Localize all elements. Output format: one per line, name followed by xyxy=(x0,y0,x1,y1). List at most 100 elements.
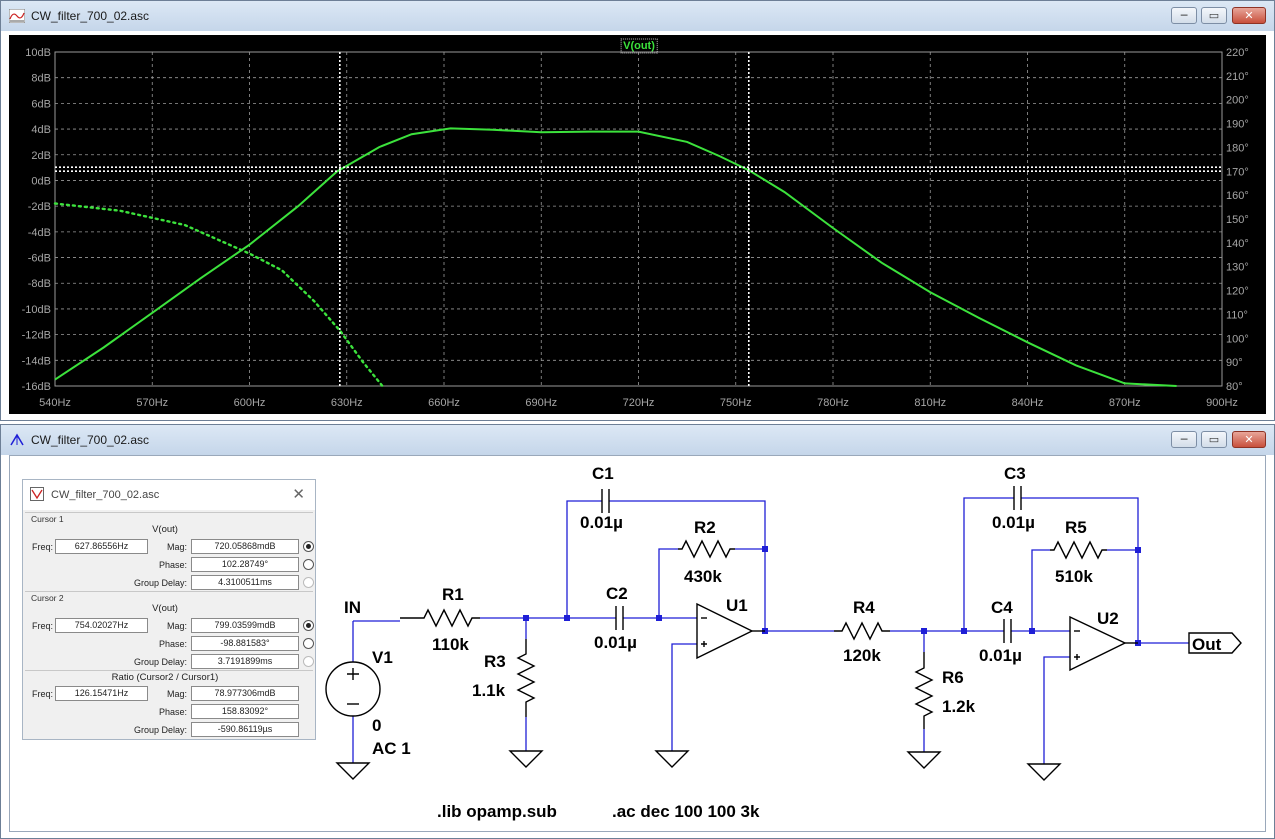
label-r5[interactable]: R5 xyxy=(1065,518,1087,537)
waveform-plot[interactable]: 540Hz 570Hz 600Hz 630Hz 660Hz 690Hz 720Hz 750Hz… xyxy=(9,35,1266,414)
ratio-mag-field[interactable]: 78.977306mdB xyxy=(191,686,299,701)
y-left-tick-label: 10dB xyxy=(25,47,51,59)
ground-symbol xyxy=(906,751,942,769)
cursor1-freq-label: Freq: xyxy=(31,542,53,552)
cursor2-gd-radio[interactable] xyxy=(303,656,314,667)
cursor1-mag-radio[interactable] xyxy=(303,541,314,552)
value-r2[interactable]: 430k xyxy=(684,567,722,586)
value-r3[interactable]: 1.1k xyxy=(472,681,506,700)
wire[interactable] xyxy=(658,548,678,618)
resistor-r1[interactable] xyxy=(400,608,480,628)
capacitor-c4[interactable] xyxy=(1003,619,1012,643)
minimize-button[interactable]: ─ xyxy=(1171,431,1197,448)
value-c4[interactable]: 0.01µ xyxy=(979,646,1022,665)
cursor2-mag-radio[interactable] xyxy=(303,620,314,631)
ratio-mag-label: Mag: xyxy=(166,689,187,699)
capacitor-c2[interactable] xyxy=(615,606,624,630)
label-r2[interactable]: R2 xyxy=(694,518,716,537)
value-r1[interactable]: 110k xyxy=(432,635,469,654)
wire-node[interactable] xyxy=(1135,547,1141,553)
label-c1[interactable]: C1 xyxy=(592,464,614,483)
wire-node[interactable] xyxy=(762,546,768,552)
minimize-button[interactable]: ─ xyxy=(1171,7,1197,24)
schematic-titlebar[interactable]: CW_filter_700_02.asc ─ ▭ ✕ xyxy=(1,425,1274,455)
cursor1-mag-field[interactable]: 720.05868mdB xyxy=(191,539,299,554)
wire-node[interactable] xyxy=(523,615,529,621)
cursor1-phase-field[interactable]: 102.28749° xyxy=(191,557,299,572)
cursor2-phase-field[interactable]: -98.881583° xyxy=(191,636,299,651)
resistor-r3[interactable] xyxy=(516,639,536,717)
cursor1-mag-label: Mag: xyxy=(166,542,187,552)
wire[interactable] xyxy=(1043,656,1070,764)
cursor1-gd-field[interactable]: 4.3100511ms xyxy=(191,575,299,590)
schematic-canvas[interactable]: IN R1 110k R3 1.1k C1 0.01µ R2 430k C2 0… xyxy=(9,455,1266,832)
label-r1[interactable]: R1 xyxy=(442,585,464,604)
label-c4[interactable]: C4 xyxy=(991,598,1013,617)
resistor-r5[interactable] xyxy=(1050,540,1107,560)
trace-vout-phase[interactable] xyxy=(53,202,384,388)
cursor2-mag-field[interactable]: 799.03599mdB xyxy=(191,618,299,633)
close-button[interactable]: ✕ xyxy=(1232,7,1266,24)
wire[interactable] xyxy=(735,548,766,631)
label-r3[interactable]: R3 xyxy=(484,652,506,671)
value-v1-ac[interactable]: AC 1 xyxy=(372,739,411,758)
cursor2-freq-field[interactable]: 754.02027Hz xyxy=(55,618,148,633)
cursor1-freq-field[interactable]: 627.86556Hz xyxy=(55,539,148,554)
label-v1[interactable]: V1 xyxy=(372,648,393,667)
spice-directive-ac[interactable]: .ac dec 100 100 3k xyxy=(612,802,760,821)
label-u1[interactable]: U1 xyxy=(726,596,748,615)
label-c2[interactable]: C2 xyxy=(606,584,628,603)
close-icon[interactable]: ✕ xyxy=(292,485,305,503)
resistor-r6[interactable] xyxy=(914,652,934,729)
value-r6[interactable]: 1.2k xyxy=(942,697,976,716)
cursor2-gd-field[interactable]: 3.7191899ms xyxy=(191,654,299,669)
spice-directive-lib[interactable]: .lib opamp.sub xyxy=(437,802,557,821)
maximize-button[interactable]: ▭ xyxy=(1201,431,1227,448)
capacitor-c1[interactable] xyxy=(601,489,610,513)
close-button[interactable]: ✕ xyxy=(1232,431,1266,448)
trace-label-vout[interactable]: V(out) xyxy=(623,40,655,52)
ratio-freq-field[interactable]: 126.15471Hz xyxy=(55,686,148,701)
cursor2-freq-label: Freq: xyxy=(31,621,53,631)
value-c2[interactable]: 0.01µ xyxy=(594,633,637,652)
wire-node[interactable] xyxy=(961,628,967,634)
cursor1-phase-radio[interactable] xyxy=(303,559,314,570)
wire-node[interactable] xyxy=(1029,628,1035,634)
waveform-plot-pane[interactable]: 540Hz 570Hz 600Hz 630Hz 660Hz 690Hz 720Hz 750Hz… xyxy=(9,35,1266,414)
resistor-r2[interactable] xyxy=(678,539,735,559)
label-r6[interactable]: R6 xyxy=(942,668,964,687)
wire-node[interactable] xyxy=(564,615,570,621)
wire-node[interactable] xyxy=(656,615,662,621)
voltage-source-v1[interactable] xyxy=(325,661,381,717)
x-tick-label: 750Hz xyxy=(720,397,752,409)
cursor1-gd-radio[interactable] xyxy=(303,577,314,588)
wire[interactable] xyxy=(671,643,697,751)
value-c3[interactable]: 0.01µ xyxy=(992,513,1035,532)
wire[interactable] xyxy=(1031,549,1050,631)
x-tick-label: 540Hz xyxy=(39,397,71,409)
label-u2[interactable]: U2 xyxy=(1097,609,1119,628)
value-c1[interactable]: 0.01µ xyxy=(580,513,623,532)
label-r4[interactable]: R4 xyxy=(853,598,875,617)
ratio-gd-field[interactable]: -590.86119µs xyxy=(191,722,299,737)
schematic-window: CW_filter_700_02.asc ─ ▭ ✕ IN R1 110k R3… xyxy=(0,424,1275,839)
cursor2-phase-radio[interactable] xyxy=(303,638,314,649)
value-r4[interactable]: 120k xyxy=(843,646,881,665)
label-c3[interactable]: C3 xyxy=(1004,464,1026,483)
net-label-in[interactable]: IN xyxy=(344,598,361,617)
cursor2-group-label: Cursor 2 xyxy=(31,593,64,603)
capacitor-c3[interactable] xyxy=(1013,486,1022,510)
maximize-button[interactable]: ▭ xyxy=(1201,7,1227,24)
ratio-phase-field[interactable]: 158.83092° xyxy=(191,704,299,719)
value-r5[interactable]: 510k xyxy=(1055,567,1093,586)
ground-symbol xyxy=(508,750,544,768)
value-v1-dc[interactable]: 0 xyxy=(372,716,381,735)
resistor-r4[interactable] xyxy=(834,621,890,641)
cursor-window-titlebar[interactable]: CW_filter_700_02.asc ✕ xyxy=(23,480,315,510)
wire[interactable] xyxy=(1107,549,1139,643)
waveform-titlebar[interactable]: CW_filter_700_02.asc ─ ▭ ✕ xyxy=(1,1,1274,31)
ground-symbol xyxy=(1026,763,1062,781)
wire-node[interactable] xyxy=(921,628,927,634)
cursor-readout-window[interactable]: CW_filter_700_02.asc ✕ Cursor 1 V(out) F… xyxy=(22,479,316,740)
net-label-out[interactable]: Out xyxy=(1192,635,1222,654)
